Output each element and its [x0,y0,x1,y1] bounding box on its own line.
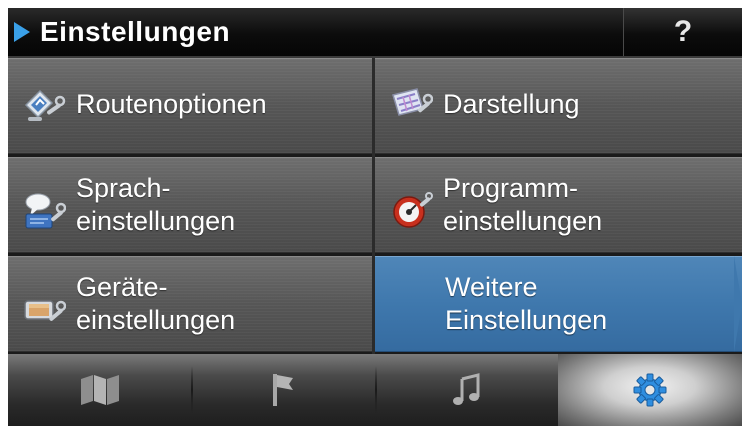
nav-map-button[interactable] [8,354,191,426]
music-note-icon [452,373,479,405]
play-arrow-icon [14,22,30,42]
nav-settings-button[interactable] [558,354,742,426]
menu-item-route-options[interactable]: Routenoptionen [8,58,372,154]
route-options-icon [24,89,66,121]
gear-icon [633,373,667,407]
menu-item-label: Routenoptionen [76,89,267,119]
menu-item-label: Sprach- einstellungen [76,173,236,236]
menu-item-program-settings[interactable]: Programm- einstellungen [375,157,742,253]
nav-media-button[interactable] [375,354,558,426]
flag-icon [272,374,293,406]
program-settings-icon [393,192,433,228]
grid-divider [372,58,375,354]
page-title: Einstellungen [40,16,231,47]
active-indicator-arrow [734,256,742,352]
menu-item-more-settings[interactable]: Weitere Einstellungen [375,256,742,352]
map-icon [80,375,119,405]
device-settings-icon [24,300,66,321]
settings-menu-grid: Routenoptionen Darstellung Sprach- einst… [8,58,742,354]
navigation-device-screen: Einstellungen ? Routenoptionen Darstellu… [8,8,742,426]
menu-item-display[interactable]: Darstellung [375,58,742,154]
help-button[interactable]: ? [623,8,742,56]
menu-item-label: Programm- einstellungen [443,173,603,236]
menu-item-device-settings[interactable]: Geräte- einstellungen [8,256,372,352]
display-icon [392,88,433,116]
menu-item-label: Geräte- einstellungen [76,272,236,335]
nav-destination-button[interactable] [191,354,374,426]
menu-item-label: Darstellung [443,89,580,119]
menu-item-language-settings[interactable]: Sprach- einstellungen [8,157,372,253]
bottom-navigation-bar [8,354,742,426]
menu-item-label: Weitere Einstellungen [445,272,608,335]
title-bar: Einstellungen ? [8,8,742,58]
language-settings-icon [25,193,66,229]
